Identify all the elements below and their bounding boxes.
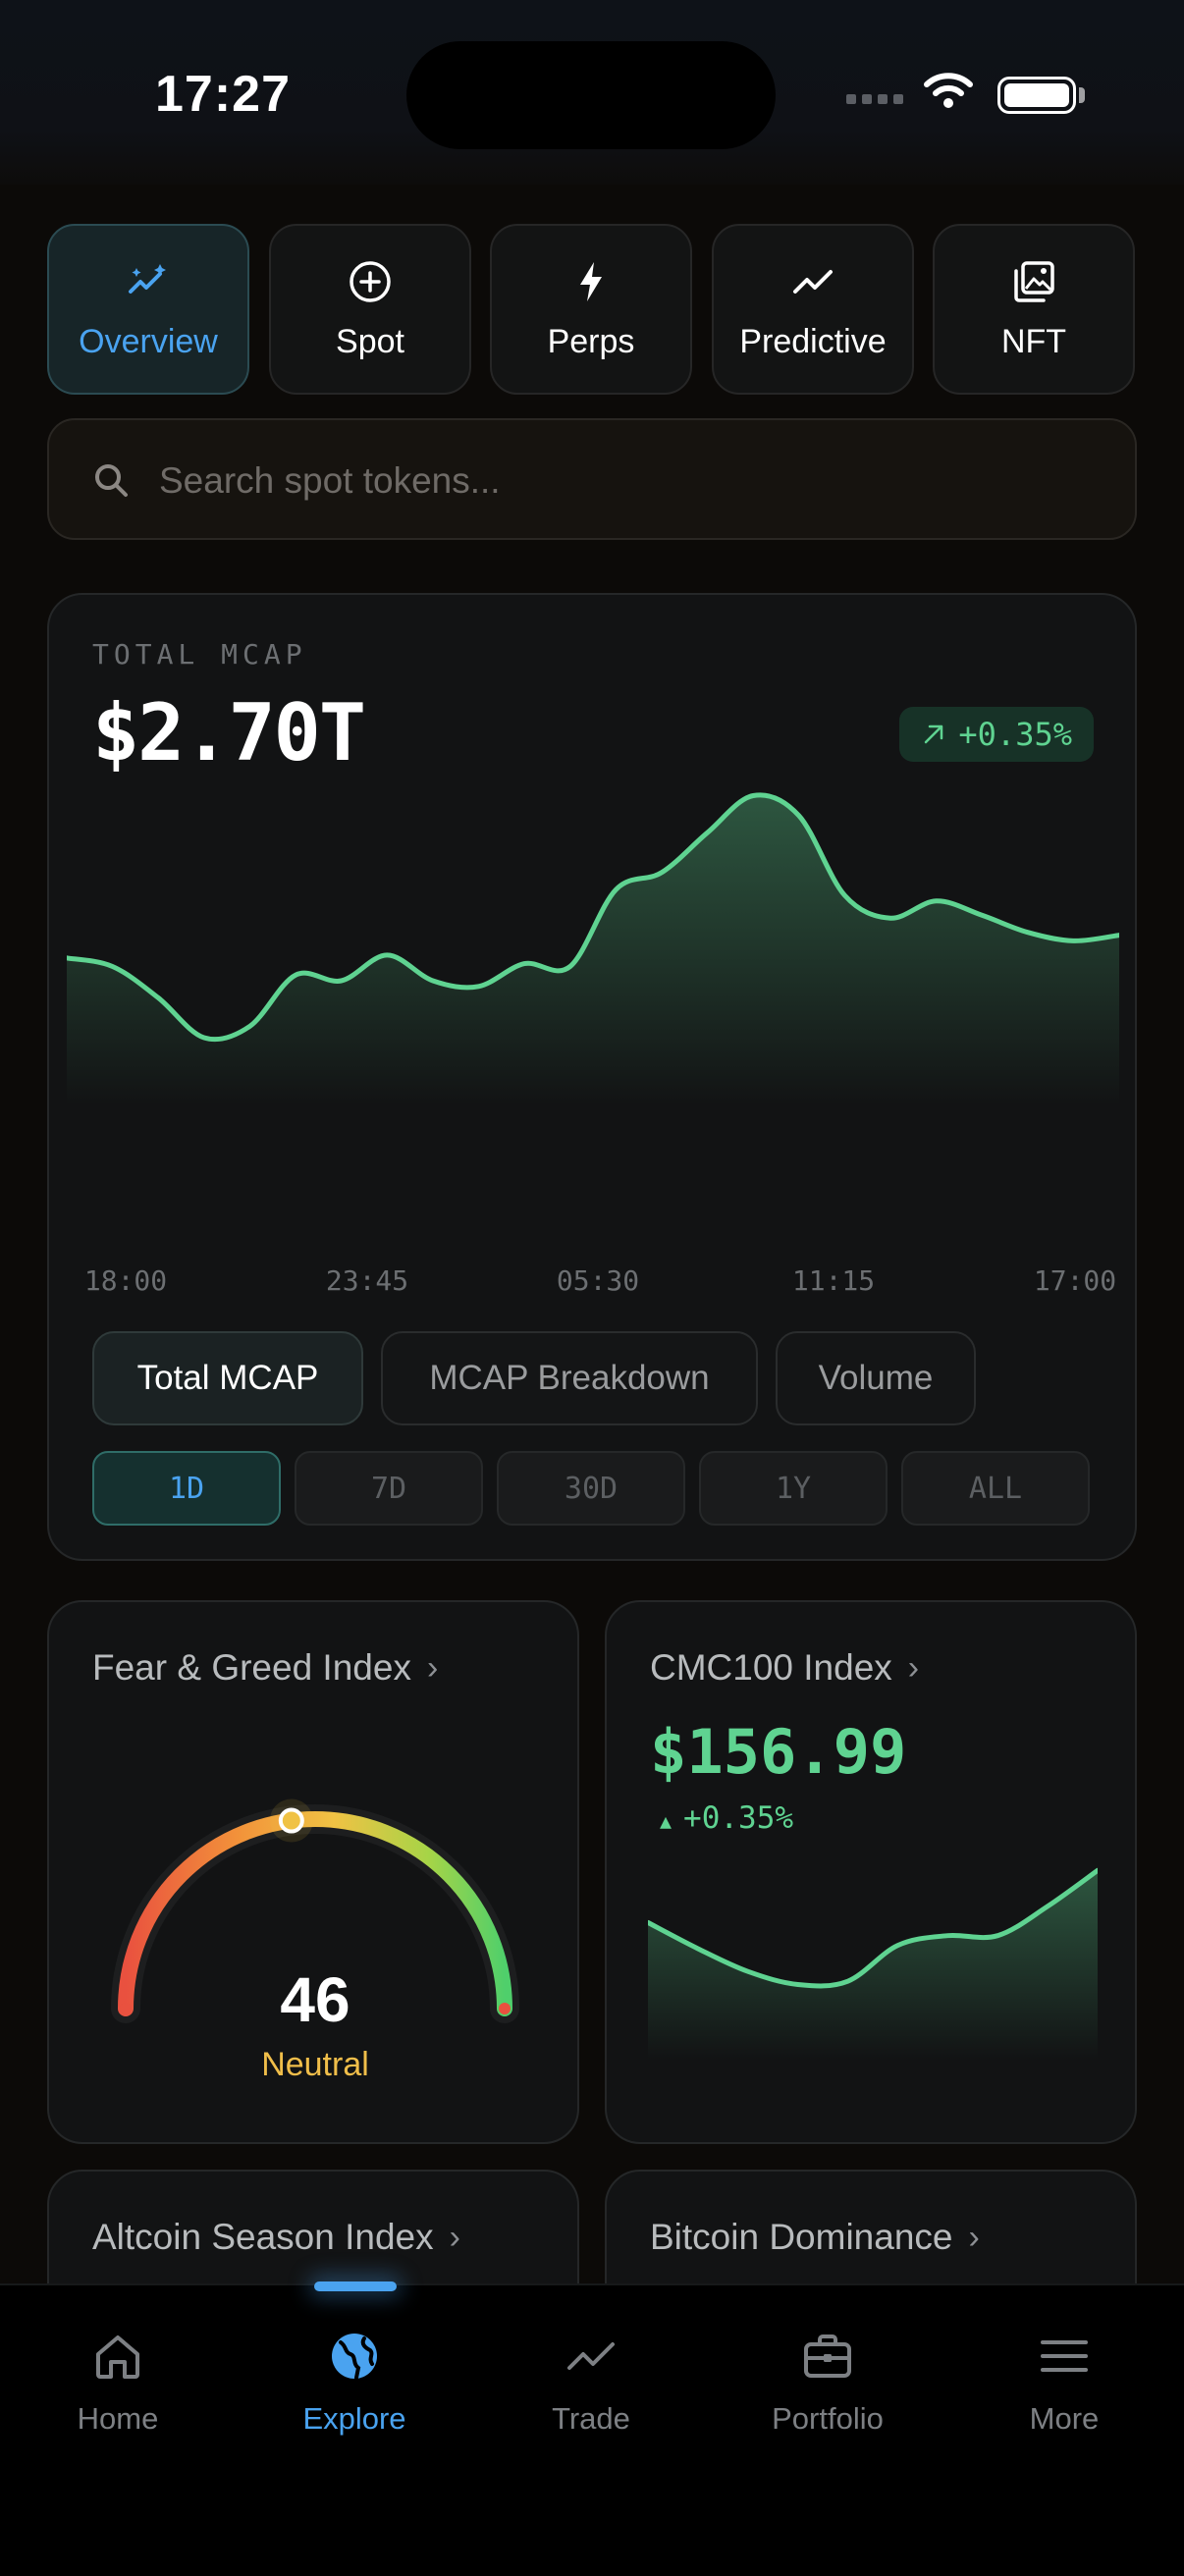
mcap-chart bbox=[67, 792, 1119, 1105]
cmc100-chart bbox=[648, 1867, 1098, 2060]
cmc100-title: CMC100 Index › bbox=[650, 1647, 919, 1689]
category-tabs: Overview Spot Perps Predictive NFT bbox=[47, 224, 1137, 395]
altcoin-season-title-text: Altcoin Season Index bbox=[92, 2217, 434, 2257]
fear-greed-value: 46 bbox=[280, 1964, 350, 2035]
mcap-series-area bbox=[67, 794, 1119, 1105]
nav-portfolio[interactable]: Portfolio bbox=[729, 2329, 926, 2437]
range-30d-button[interactable]: 30D bbox=[497, 1451, 685, 1526]
cmc100-change-value: +0.35% bbox=[683, 1800, 794, 1836]
x-tick-label: 11:15 bbox=[791, 1264, 876, 1297]
chevron-right-icon: › bbox=[968, 2218, 980, 2256]
home-icon bbox=[96, 2335, 139, 2379]
status-bar: 17:27 bbox=[0, 0, 1184, 185]
nav-trade-label: Trade bbox=[552, 2401, 630, 2436]
bottom-nav: Home Explore Trade Portfolio More bbox=[0, 2281, 1184, 2576]
wifi-icon bbox=[924, 73, 973, 108]
chevron-right-icon: › bbox=[426, 1648, 439, 1687]
x-tick-label: 17:00 bbox=[1033, 1264, 1117, 1297]
nav-home[interactable]: Home bbox=[20, 2329, 216, 2437]
tab-perps-label: Perps bbox=[547, 322, 635, 360]
x-tick-label: 05:30 bbox=[556, 1264, 640, 1297]
globe-icon bbox=[332, 2334, 377, 2380]
fear-greed-title-text: Fear & Greed Index bbox=[92, 1647, 411, 1688]
chevron-right-icon: › bbox=[907, 1648, 920, 1687]
range-all-button[interactable]: ALL bbox=[901, 1451, 1090, 1526]
range-1y-button[interactable]: 1Y bbox=[699, 1451, 888, 1526]
bitcoin-dominance-title: Bitcoin Dominance › bbox=[650, 2217, 980, 2258]
nav-portfolio-label: Portfolio bbox=[772, 2401, 884, 2436]
trend-line-icon bbox=[567, 2342, 615, 2370]
tab-predictive-label: Predictive bbox=[739, 322, 887, 360]
tab-overview[interactable]: Overview bbox=[47, 224, 249, 395]
status-time: 17:27 bbox=[155, 66, 291, 123]
range-7d-button[interactable]: 7D bbox=[295, 1451, 483, 1526]
cmc100-value: $156.99 bbox=[650, 1716, 907, 1788]
lightning-icon bbox=[580, 261, 602, 301]
tab-nft[interactable]: NFT bbox=[933, 224, 1135, 395]
nav-home-label: Home bbox=[77, 2401, 159, 2436]
fear-greed-title: Fear & Greed Index › bbox=[92, 1647, 438, 1689]
search-input[interactable] bbox=[157, 450, 1103, 512]
view-volume-button[interactable]: Volume bbox=[776, 1331, 976, 1425]
triangle-up-icon: ▲ bbox=[660, 1809, 673, 1833]
mcap-label: TOTAL MCAP bbox=[92, 638, 307, 671]
mcap-change-badge: +0.35% bbox=[899, 707, 1094, 762]
mcap-x-axis: 18:00 23:45 05:30 11:15 17:00 bbox=[67, 1264, 1119, 1304]
chevron-right-icon: › bbox=[449, 2218, 460, 2256]
nav-trade[interactable]: Trade bbox=[493, 2329, 689, 2437]
search-bar bbox=[47, 418, 1137, 540]
view-total-mcap-button[interactable]: Total MCAP bbox=[92, 1331, 363, 1425]
arrow-up-right-icon bbox=[925, 724, 943, 744]
menu-icon bbox=[1041, 2340, 1088, 2372]
tab-overview-label: Overview bbox=[79, 322, 218, 360]
fear-greed-card[interactable]: Fear & Greed Index › 46 Neutral bbox=[47, 1600, 579, 2144]
tab-spot[interactable]: Spot bbox=[269, 224, 471, 395]
active-tab-indicator bbox=[314, 2281, 397, 2291]
x-tick-label: 18:00 bbox=[83, 1264, 168, 1297]
mcap-change-value: +0.35% bbox=[958, 716, 1072, 753]
altcoin-season-title: Altcoin Season Index › bbox=[92, 2217, 460, 2258]
plus-circle-icon bbox=[350, 260, 391, 302]
x-tick-label: 23:45 bbox=[325, 1264, 409, 1297]
search-icon bbox=[95, 464, 128, 497]
range-1d-button[interactable]: 1D bbox=[92, 1451, 281, 1526]
fear-greed-label: Neutral bbox=[261, 2046, 369, 2083]
view-mcap-breakdown-button[interactable]: MCAP Breakdown bbox=[381, 1331, 758, 1425]
nav-more-label: More bbox=[1029, 2401, 1100, 2436]
tab-perps[interactable]: Perps bbox=[490, 224, 692, 395]
bitcoin-dominance-title-text: Bitcoin Dominance bbox=[650, 2217, 953, 2257]
nav-explore[interactable]: Explore bbox=[256, 2329, 453, 2437]
nav-explore-label: Explore bbox=[302, 2401, 406, 2436]
cmc100-change: ▲ +0.35% bbox=[660, 1800, 793, 1836]
cmc100-title-text: CMC100 Index bbox=[650, 1647, 892, 1688]
tab-predictive[interactable]: Predictive bbox=[712, 224, 914, 395]
trend-line-icon bbox=[793, 269, 833, 294]
tab-spot-label: Spot bbox=[336, 322, 404, 360]
sparkle-chart-icon bbox=[129, 263, 166, 294]
briefcase-icon bbox=[804, 2334, 851, 2378]
dynamic-island bbox=[406, 41, 776, 149]
gauge-marker bbox=[278, 1807, 304, 1834]
cmc100-card[interactable]: CMC100 Index › $156.99 ▲ +0.35% bbox=[605, 1600, 1137, 2144]
total-mcap-card: TOTAL MCAP $2.70T +0.35% 18:00 23:45 05:30… bbox=[47, 593, 1137, 1561]
gallery-icon bbox=[1014, 260, 1054, 302]
tab-nft-label: NFT bbox=[1000, 322, 1067, 360]
nav-more[interactable]: More bbox=[966, 2329, 1162, 2437]
battery-icon bbox=[997, 77, 1076, 114]
